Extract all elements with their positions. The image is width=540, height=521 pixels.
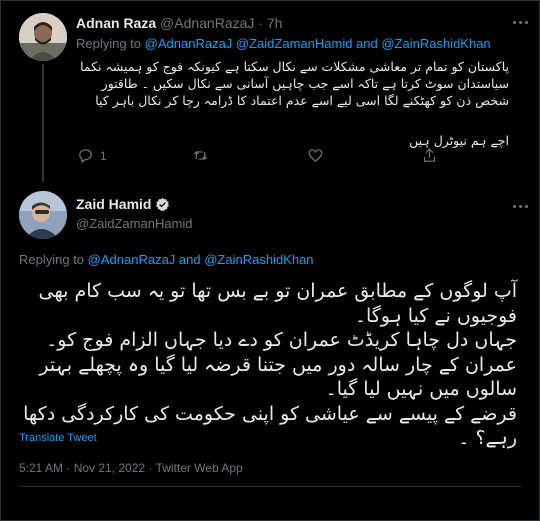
share-button[interactable] — [421, 147, 438, 164]
tweet-text-line: قرضے کے پیسے سے عیاشی کو اپنی حکومت کی ک… — [23, 402, 517, 425]
more-icon — [512, 204, 516, 208]
author-handle[interactable]: @ZaidZamanHamid — [76, 216, 193, 231]
heart-icon — [308, 149, 323, 162]
tweet-text-line: عمران کے چار سالہ دور میں جتنا قرضہ لیا … — [39, 353, 517, 376]
tweet-text-line: رہے؟ ۔ — [458, 427, 517, 449]
reply-button[interactable]: 1 — [77, 147, 107, 164]
retweet-button[interactable] — [192, 147, 215, 164]
tweet-text-line: سالوں میں نہیں لیا گیا۔ — [325, 378, 517, 400]
tweet-text-line: آپ لوگوں کے مطابق عمران تو بے بس تھا تو … — [38, 280, 517, 302]
author-handle[interactable]: @AdnanRazaJ — [160, 15, 254, 31]
replying-to: Replying to @AdnanRazaJ and @ZainRashidK… — [19, 252, 314, 267]
verified-badge-icon — [156, 197, 170, 211]
share-icon — [423, 148, 436, 162]
tweet-timestamp[interactable]: 5:21 AM · Nov 21, 2022 · Twitter Web App — [19, 461, 243, 475]
replying-to-prefix: Replying to — [19, 252, 85, 267]
tweet-actions: 1 — [71, 147, 531, 171]
reply-count: 1 — [100, 148, 107, 163]
reply-paragraph-1: پاکستان کو تمام تر معاشی مشکلات سے نکال … — [80, 59, 509, 108]
main-tweet-text: آپ لوگوں کے مطابق عمران تو بے بس تھا تو … — [23, 279, 517, 451]
more-options-button[interactable] — [508, 196, 532, 216]
tweet-thread: Adnan Raza @AdnanRazaJ · 7h Replying to … — [0, 0, 540, 521]
author-name[interactable]: Adnan Raza — [76, 15, 156, 31]
replying-to-handles[interactable]: @AdnanRazaJ and @ZainRashidKhan — [88, 252, 314, 267]
avatar[interactable] — [19, 191, 67, 239]
main-author-row: Zaid Hamid — [76, 196, 170, 212]
reply-icon — [79, 149, 92, 164]
tweet-text-line: جہاں دل چاہا کریڈٹ عمران کو دے دیا جہاں … — [46, 329, 517, 351]
retweet-icon — [193, 151, 208, 160]
reply-author-row: Adnan Raza @AdnanRazaJ · 7h — [76, 15, 282, 31]
replying-to-handles[interactable]: @AdnanRazaJ @ZaidZamanHamid and @ZainRas… — [145, 36, 491, 51]
replying-to-prefix: Replying to — [76, 36, 142, 51]
more-options-button[interactable] — [508, 12, 532, 32]
tweet-time[interactable]: 7h — [267, 15, 283, 31]
separator-dot: · — [258, 15, 263, 31]
like-button[interactable] — [307, 147, 330, 164]
divider — [19, 486, 521, 487]
author-name[interactable]: Zaid Hamid — [76, 196, 151, 212]
reply-tweet[interactable]: Adnan Raza @AdnanRazaJ · 7h Replying to … — [1, 1, 540, 183]
replying-to: Replying to @AdnanRazaJ @ZaidZamanHamid … — [76, 36, 491, 51]
avatar[interactable] — [19, 13, 67, 61]
thread-connector-line — [42, 64, 44, 182]
tweet-text-line: فوجیوں نے کیا ہوگا۔ — [354, 304, 517, 327]
reply-tweet-text: پاکستان کو تمام تر معاشی مشکلات سے نکال … — [69, 58, 509, 149]
more-icon — [512, 20, 516, 24]
translate-tweet-link[interactable]: Translate Tweet — [19, 432, 97, 444]
